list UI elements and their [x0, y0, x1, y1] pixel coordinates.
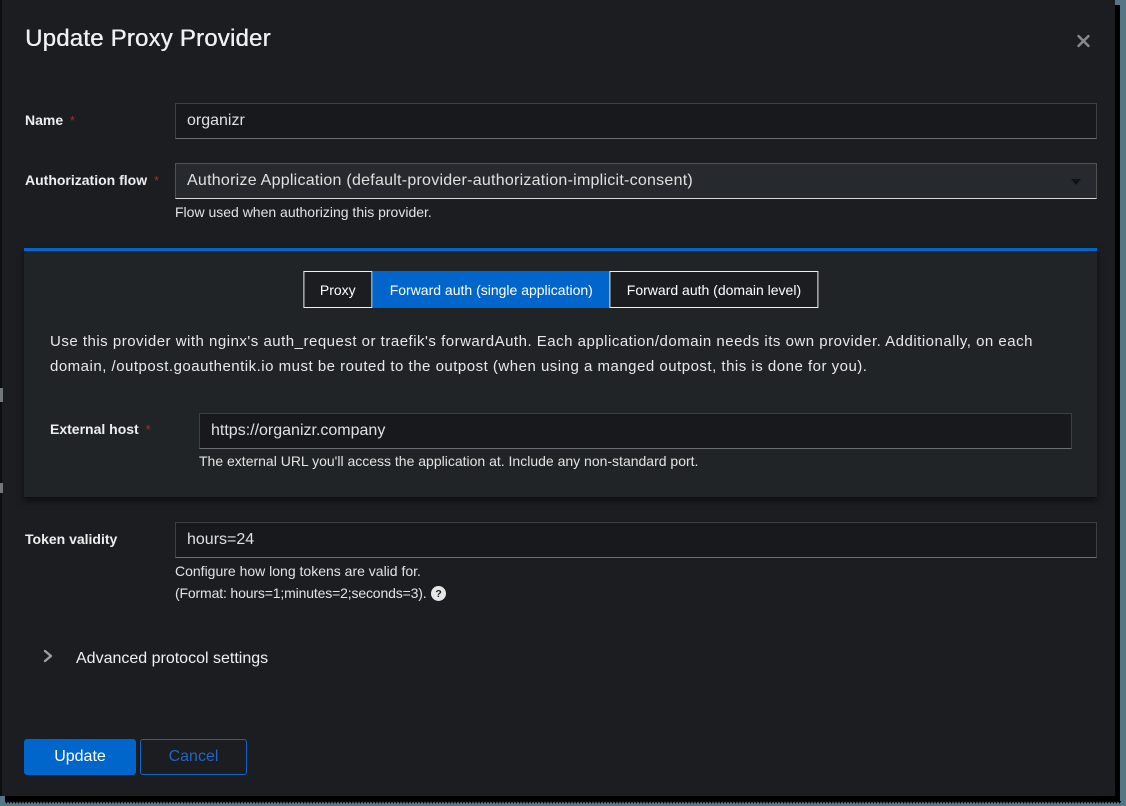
svg-text:?: ? [436, 588, 442, 600]
